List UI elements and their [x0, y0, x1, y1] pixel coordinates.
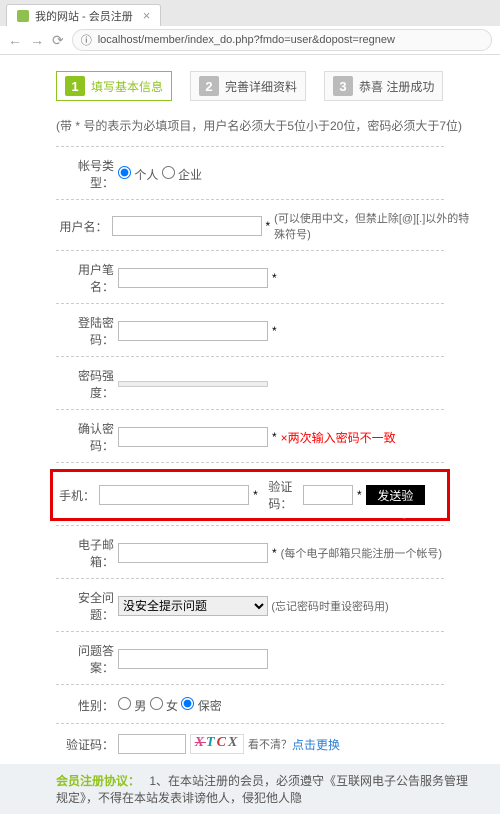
divider: [56, 684, 444, 685]
radio-secret[interactable]: [181, 697, 194, 710]
required-star: *: [262, 219, 275, 233]
strength-row: 密码强度：: [0, 363, 500, 405]
gender-secret[interactable]: 保密: [181, 697, 221, 714]
browser-tab[interactable]: 我的网站 - 会员注册 ×: [6, 4, 161, 26]
favicon-icon: [17, 10, 29, 22]
confirm-label: 确认密码：: [56, 420, 118, 454]
radio-personal[interactable]: [118, 166, 131, 179]
agreement-footer: 会员注册协议： 1、在本站注册的会员，必须遵守《互联网电子公告服务管理规定》，不…: [0, 764, 500, 814]
divider: [56, 356, 444, 357]
close-tab-icon[interactable]: ×: [143, 8, 151, 23]
answer-label: 问题答案：: [56, 642, 118, 676]
browser-tab-bar: 我的网站 - 会员注册 ×: [0, 0, 500, 26]
phone-highlight: 手机： * 验证码： * 发送验证码: [50, 469, 450, 521]
divider: [56, 462, 444, 463]
captcha-image: XTCX: [190, 734, 244, 754]
step-3-label: 恭喜 注册成功: [359, 78, 434, 95]
info-icon: ⓘ: [81, 32, 92, 48]
nickname-input[interactable]: [118, 268, 268, 288]
confirm-error: ×两次输入密码不一致: [281, 429, 396, 446]
step-2-num: 2: [199, 76, 219, 96]
captcha-cant-see: 看不清？: [248, 736, 292, 752]
answer-input[interactable]: [118, 649, 268, 669]
reload-icon[interactable]: ⟳: [52, 32, 64, 49]
divider: [56, 250, 444, 251]
required-star: *: [268, 324, 281, 338]
gender-female[interactable]: 女: [150, 697, 178, 714]
confirm-row: 确认密码： * ×两次输入密码不一致: [0, 416, 500, 458]
required-star: *: [268, 430, 281, 444]
divider: [56, 303, 444, 304]
strength-label: 密码强度：: [56, 367, 118, 401]
step-indicator: 1 填写基本信息 2 完善详细资料 3 恭喜 注册成功: [0, 65, 500, 111]
step-1: 1 填写基本信息: [56, 71, 172, 101]
send-code-button[interactable]: 发送验证码: [366, 485, 425, 505]
question-row: 安全问题： 没安全提示问题 (忘记密码时重设密码用): [0, 585, 500, 627]
step-2-label: 完善详细资料: [225, 78, 297, 95]
nickname-label: 用户笔名：: [56, 261, 118, 295]
form-note: (带 * 号的表示为必填项目，用户名必须大于5位小于20位，密码必须大于7位): [0, 111, 500, 142]
divider: [56, 199, 444, 200]
back-icon[interactable]: ←: [8, 32, 22, 48]
password-row: 登陆密码： *: [0, 310, 500, 352]
captcha-input[interactable]: [118, 734, 186, 754]
password-label: 登陆密码：: [56, 314, 118, 348]
divider: [56, 723, 444, 724]
captcha-row: 验证码： XTCX 看不清？ 点击更换: [0, 730, 500, 758]
required-star: *: [353, 488, 366, 502]
step-3-num: 3: [333, 76, 353, 96]
username-row: 用户名： * (可以使用中文，但禁止除[@][.]以外的特殊符号): [0, 206, 500, 246]
account-type-personal[interactable]: 个人: [118, 166, 158, 183]
account-type-row: 帐号类型： 个人 企业: [0, 153, 500, 195]
url-field[interactable]: ⓘ localhost/member/index_do.php?fmdo=use…: [72, 29, 492, 51]
gender-row: 性别： 男 女 保密: [0, 691, 500, 719]
forward-icon[interactable]: →: [30, 32, 44, 48]
radio-male[interactable]: [118, 697, 131, 710]
phone-input[interactable]: [99, 485, 249, 505]
divider: [56, 525, 444, 526]
account-type-company[interactable]: 企业: [162, 166, 202, 183]
step-3: 3 恭喜 注册成功: [324, 71, 443, 101]
divider: [56, 409, 444, 410]
username-input[interactable]: [112, 216, 262, 236]
radio-company[interactable]: [162, 166, 175, 179]
email-label: 电子邮箱：: [56, 536, 118, 570]
required-star: *: [268, 271, 281, 285]
email-hint: (每个电子邮箱只能注册一个帐号): [281, 545, 442, 561]
required-star: *: [268, 546, 281, 560]
step-1-num: 1: [65, 76, 85, 96]
confirm-input[interactable]: [118, 427, 268, 447]
nickname-row: 用户笔名： *: [0, 257, 500, 299]
question-select[interactable]: 没安全提示问题: [118, 596, 268, 616]
phone-row: 手机： * 验证码： * 发送验证码: [55, 474, 445, 516]
radio-female[interactable]: [150, 697, 163, 710]
address-bar: ← → ⟳ ⓘ localhost/member/index_do.php?fm…: [0, 26, 500, 54]
question-hint: (忘记密码时重设密码用): [271, 598, 388, 614]
strength-meter: [118, 381, 268, 387]
divider: [56, 146, 444, 147]
step-2: 2 完善详细资料: [190, 71, 306, 101]
email-input[interactable]: [118, 543, 268, 563]
username-label: 用户名：: [56, 218, 112, 235]
gender-label: 性别：: [56, 697, 118, 714]
sms-code-label: 验证码：: [268, 478, 303, 512]
captcha-refresh-link[interactable]: 点击更换: [292, 736, 340, 753]
agreement-title: 会员注册协议：: [56, 774, 140, 788]
required-star: *: [249, 488, 262, 502]
question-label: 安全问题：: [56, 589, 118, 623]
email-row: 电子邮箱： * (每个电子邮箱只能注册一个帐号): [0, 532, 500, 574]
gender-male[interactable]: 男: [118, 697, 146, 714]
answer-row: 问题答案：: [0, 638, 500, 680]
password-input[interactable]: [118, 321, 268, 341]
url-text: localhost/member/index_do.php?fmdo=user&…: [98, 34, 395, 46]
step-1-label: 填写基本信息: [91, 78, 163, 95]
divider: [56, 631, 444, 632]
username-hint: (可以使用中文，但禁止除[@][.]以外的特殊符号): [274, 210, 480, 242]
sms-code-input[interactable]: [303, 485, 353, 505]
captcha-label: 验证码：: [56, 736, 118, 753]
divider: [56, 578, 444, 579]
tab-title: 我的网站 - 会员注册: [35, 8, 133, 24]
account-type-label: 帐号类型：: [56, 157, 118, 191]
